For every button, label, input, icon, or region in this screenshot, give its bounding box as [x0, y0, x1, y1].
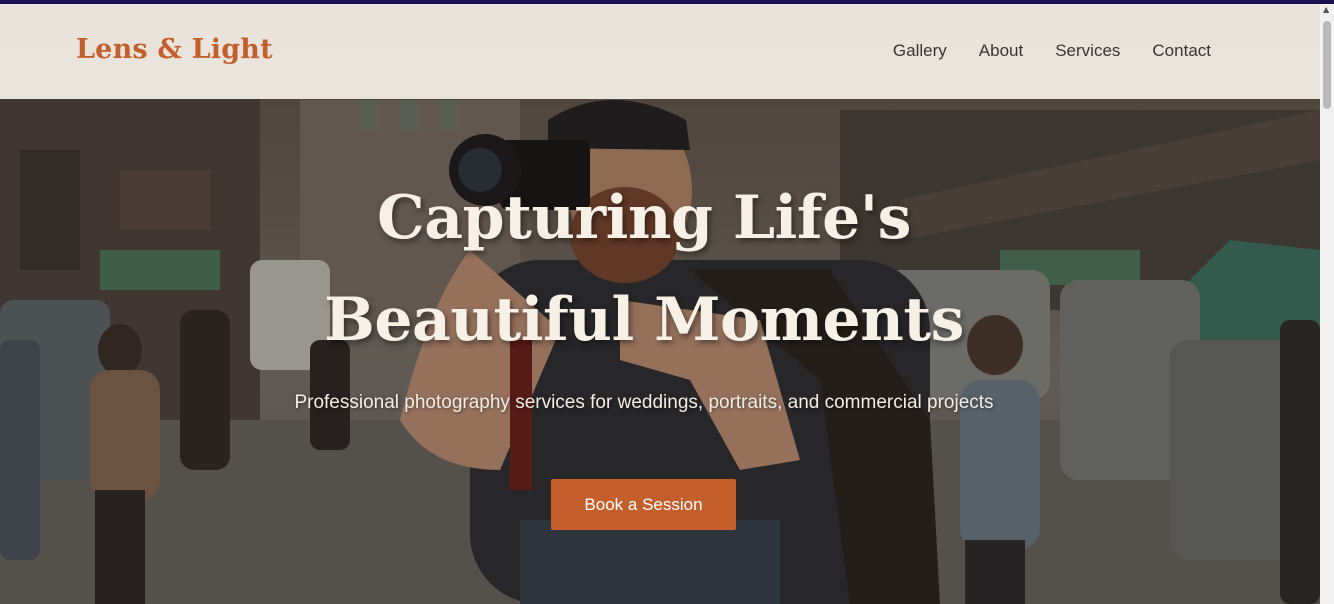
site-logo[interactable]: Lens & Light — [76, 34, 273, 65]
hero-subtitle: Professional photography services for we… — [294, 392, 994, 413]
hero-title-line-1: Capturing Life's — [377, 183, 911, 253]
hero-title-line-2: Beautiful Moments — [324, 285, 964, 355]
scroll-up-arrow-icon[interactable]: ▲ — [1323, 4, 1329, 16]
book-session-button[interactable]: Book a Session — [551, 479, 736, 530]
nav-link-about[interactable]: About — [979, 41, 1023, 61]
browser-top-edge — [0, 0, 1334, 4]
page-scrollbar[interactable]: ▲ — [1320, 4, 1334, 604]
main-nav: Gallery About Services Contact — [893, 41, 1211, 61]
nav-link-services[interactable]: Services — [1055, 41, 1120, 61]
scrollbar-thumb[interactable] — [1323, 21, 1331, 109]
site-header: Lens & Light Gallery About Services Cont… — [0, 4, 1320, 99]
nav-link-gallery[interactable]: Gallery — [893, 41, 947, 61]
nav-link-contact[interactable]: Contact — [1152, 41, 1211, 61]
